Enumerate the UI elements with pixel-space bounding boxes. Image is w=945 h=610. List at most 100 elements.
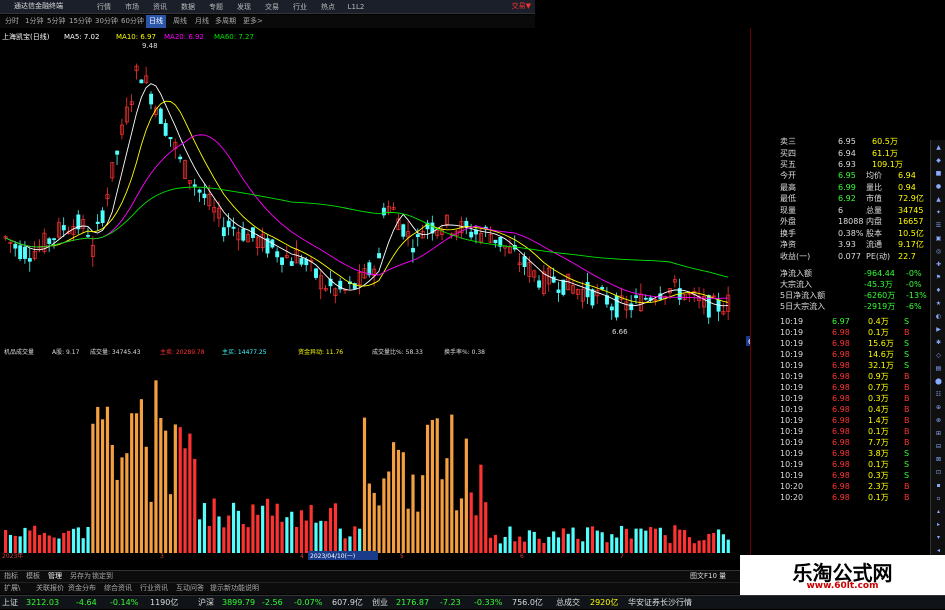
volume-bar [406, 508, 410, 553]
side-tool-icon[interactable]: ✱ [933, 337, 944, 348]
indicator-tab-2[interactable]: 管理 [48, 571, 62, 582]
side-tool-icon[interactable]: ◇ [933, 350, 944, 361]
menu-item-0[interactable]: 行情 [90, 0, 118, 14]
candle-body [275, 251, 280, 258]
tab-1[interactable]: 1分钟 [22, 15, 46, 28]
volume-bar [207, 525, 211, 553]
candle-body [163, 123, 168, 136]
side-tool-icon[interactable]: ⬤ [933, 376, 944, 387]
candle-body [241, 228, 246, 241]
volume-bar [159, 417, 163, 553]
side-tool-icon[interactable]: ▣ [933, 233, 944, 244]
quote-label: 卖三 [780, 137, 796, 146]
side-tool-icon[interactable]: ✚ [933, 259, 944, 270]
trade-button[interactable]: 交易▼ [512, 1, 531, 11]
quote-price: 6.92 [838, 194, 856, 203]
tick-price: 6.98 [832, 394, 850, 403]
menu-item-1[interactable]: 市场 [118, 0, 146, 14]
tab-7[interactable]: 周线 [170, 15, 190, 28]
side-tool-icon[interactable]: ⊞ [933, 428, 944, 439]
side-tool-icon[interactable]: ✦ [933, 207, 944, 218]
watermark-url: www.60lt.com [806, 581, 879, 591]
side-tool-icon[interactable]: ⚑ [933, 272, 944, 283]
ext-tab-2[interactable]: 资金分布 [68, 583, 96, 594]
menu-item-5[interactable]: 发现 [230, 0, 258, 14]
ext-tab-1[interactable]: 关联报价 [36, 583, 64, 594]
menu-item-6[interactable]: 交易 [258, 0, 286, 14]
cy-percent: -0.33% [474, 598, 503, 607]
side-tool-icon[interactable]: ▾ [933, 532, 944, 543]
side-tool-icon[interactable]: ▴ [933, 506, 944, 517]
candle-body [18, 245, 23, 259]
quote-label2: 内盘 [866, 217, 882, 226]
total-value: 2920亿 [590, 598, 619, 607]
ext-tab-6[interactable]: 提示新功能说明 [210, 583, 259, 594]
indicator-tab-4[interactable]: 锁定到 [92, 571, 113, 582]
volume-bar [459, 498, 464, 553]
side-tool-icon[interactable]: ♦ [933, 285, 944, 296]
side-tool-icon[interactable]: ⊟ [933, 441, 944, 452]
tab-9[interactable]: 多周期 [212, 15, 239, 28]
side-tool-icon[interactable]: ▤ [933, 363, 944, 374]
tick-side: B [904, 372, 910, 381]
menu-item-2[interactable]: 资讯 [146, 0, 174, 14]
side-tool-icon[interactable]: ▶ [933, 324, 944, 335]
tab-8[interactable]: 月线 [192, 15, 212, 28]
side-tool-icon[interactable]: ☷ [933, 389, 944, 400]
tab-2[interactable]: 5分钟 [44, 15, 68, 28]
side-tool-icon[interactable]: ⊗ [933, 415, 944, 426]
ext-tab-0[interactable]: 扩展\ [4, 583, 20, 594]
volume-bar [479, 464, 483, 553]
quote-volume: 61.1万 [872, 148, 898, 158]
volume-chart[interactable]: 机品成交量 A股: 9.17 成交量: 34745.43 主卖: 20289.78 主买… [0, 346, 750, 560]
menu-item-8[interactable]: 热点 [314, 0, 342, 14]
side-tool-icon[interactable]: ◎ [933, 246, 944, 257]
tab-6[interactable]: 日线 [146, 15, 166, 28]
volume-bar [595, 530, 599, 553]
side-tool-icon[interactable]: ⊕ [933, 402, 944, 413]
side-tool-icon[interactable]: ◐ [933, 311, 944, 322]
quote-label2: PE(动) [866, 251, 891, 261]
tab-10[interactable]: 更多> [240, 15, 266, 28]
tab-0[interactable]: 分时 [2, 15, 22, 28]
volume-bar [222, 527, 226, 553]
menu-item-4[interactable]: 专题 [202, 0, 230, 14]
side-tool-icon[interactable]: ▪ [933, 480, 944, 491]
tab-5[interactable]: 60分钟 [118, 15, 147, 28]
menu-item-3[interactable]: 数据 [174, 0, 202, 14]
indicator-tab-1[interactable]: 模板 [26, 571, 40, 582]
side-tool-icon[interactable]: ⊠ [933, 454, 944, 465]
ext-tab-4[interactable]: 行业资讯 [140, 583, 168, 594]
menu-item-9[interactable]: L1L2 [342, 0, 370, 14]
quote-price: 0.38% [838, 228, 864, 238]
indicator-tab-3[interactable]: 另存为 [70, 571, 91, 582]
tab-3[interactable]: 15分钟 [66, 15, 95, 28]
tick-row: 10:20 6.98 2.3万 B [780, 481, 930, 492]
quote-label2: 量比 [866, 182, 882, 192]
side-tool-icon[interactable]: ▲ [933, 194, 944, 205]
side-tool-icon[interactable]: ◆ [933, 155, 944, 166]
tick-volume: 0.1万 [868, 427, 889, 436]
side-tool-icon[interactable]: ▲ [933, 142, 944, 153]
f10-link[interactable]: 图文F10 量 [690, 571, 726, 582]
tab-4[interactable]: 30分钟 [92, 15, 121, 28]
ext-tab-3[interactable]: 综合资讯 [104, 583, 132, 594]
candle-body [367, 262, 372, 276]
side-tool-icon[interactable]: ⊡ [933, 467, 944, 478]
volume-bar [653, 528, 658, 553]
volume-bar [537, 538, 541, 553]
side-tool-icon[interactable]: ★ [933, 298, 944, 309]
indicator-tab-0[interactable]: 指标 [4, 571, 18, 582]
side-tool-icon[interactable]: ▫ [933, 493, 944, 504]
side-tool-icon[interactable]: ☰ [933, 220, 944, 231]
side-tool-icon[interactable]: ■ [933, 168, 944, 179]
ext-tab-5[interactable]: 互动问答 [176, 583, 204, 594]
candle-body [115, 150, 120, 155]
side-tool-icon[interactable]: ▸ [933, 519, 944, 530]
tick-row: 10:19 6.97 0.4万 S [780, 316, 930, 327]
ma-label-ma10: MA10: 6.97 [116, 33, 156, 41]
price-chart[interactable]: 上海凯宝(日线) MA5: 7.02 MA10: 6.97 MA20: 6.92 MA6… [0, 28, 750, 346]
side-tool-icon[interactable]: ● [933, 181, 944, 192]
volume-bar [4, 530, 8, 553]
menu-item-7[interactable]: 行业 [286, 0, 314, 14]
